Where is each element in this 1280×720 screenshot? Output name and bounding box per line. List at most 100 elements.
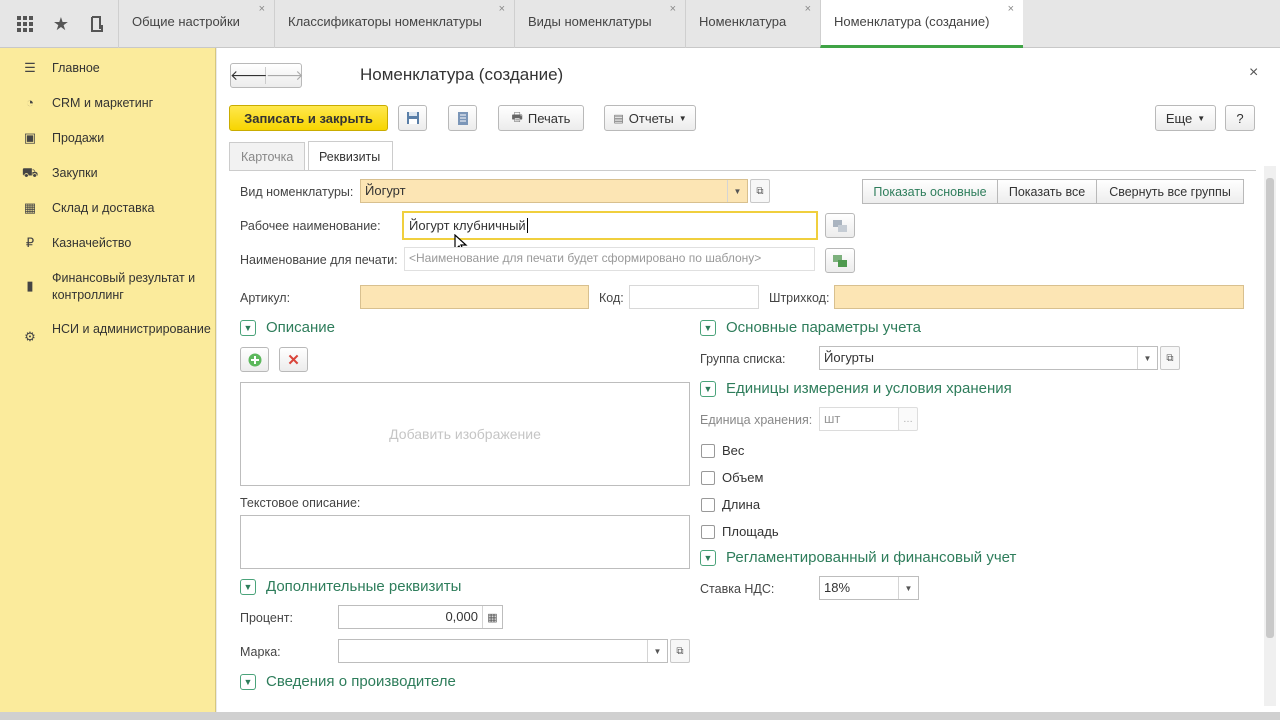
checkbox-box[interactable] xyxy=(701,497,715,512)
open-icon[interactable]: ⧉ xyxy=(750,179,770,203)
chevron-down-icon[interactable]: ▼ xyxy=(727,180,747,202)
units-section-header[interactable]: ▼ Единицы измерения и условия хранения xyxy=(700,380,1012,397)
checkbox-box[interactable] xyxy=(701,443,715,458)
form-panel: 🡐 🡒 Номенклатура (создание) × Записать и… xyxy=(217,48,1280,712)
favorites-star-icon[interactable]: ★ xyxy=(42,0,80,48)
checkbox-label: Площадь xyxy=(722,524,779,539)
storage-unit-field: шт xyxy=(819,407,899,431)
history-icon[interactable] xyxy=(78,0,116,48)
open-icon[interactable]: ⧉ xyxy=(670,639,690,663)
sidebar-item-sales[interactable]: ▣ Продажи xyxy=(0,130,216,147)
more-button[interactable]: Еще ▼ xyxy=(1155,105,1216,131)
sidebar-item-admin[interactable]: ⚙ НСИ и администрирование xyxy=(0,321,216,345)
chevron-down-icon[interactable]: ▼ xyxy=(647,640,667,662)
save-close-button[interactable]: Записать и закрыть xyxy=(229,105,388,131)
regulated-section-header[interactable]: ▼ Регламентированный и финансовый учет xyxy=(700,549,1016,566)
extra-section-header[interactable]: ▼ Дополнительные реквизиты xyxy=(240,578,461,595)
close-icon[interactable]: × xyxy=(670,3,676,15)
chevron-down-icon[interactable]: ▼ xyxy=(898,577,918,599)
article-input[interactable] xyxy=(360,285,589,309)
barcode-input[interactable] xyxy=(834,285,1244,309)
back-arrow-icon[interactable]: 🡐 xyxy=(230,67,268,84)
brand-field[interactable]: ▼ xyxy=(338,639,668,663)
sidebar-item-label: Казначейство xyxy=(52,236,132,250)
sidebar-item-main[interactable]: ☰ Главное xyxy=(0,60,216,77)
tab-general-settings[interactable]: Общие настройки × xyxy=(118,0,274,48)
sidebar-item-label: Финансовый результат и контроллинг xyxy=(52,271,196,302)
tab-label: Номенклатура xyxy=(699,14,787,29)
generate-name-icon[interactable] xyxy=(825,248,855,273)
sidebar-item-treasury[interactable]: ₽ Казначейство xyxy=(0,235,216,252)
show-main-button[interactable]: Показать основные xyxy=(862,179,998,204)
print-button[interactable]: 🖶 Печать xyxy=(498,105,584,131)
volume-checkbox[interactable]: Объем xyxy=(701,470,763,485)
reports-label: Отчеты xyxy=(628,110,674,126)
sidebar-item-finance[interactable]: ▮ Финансовый результат и контроллинг xyxy=(0,270,216,304)
sidebar-item-label: CRM и маркетинг xyxy=(52,96,154,110)
chevron-down-icon: ▼ xyxy=(240,319,256,336)
percent-label: Процент: xyxy=(240,611,293,625)
checkbox-label: Объем xyxy=(722,470,764,485)
close-form-icon[interactable]: × xyxy=(1249,64,1258,82)
length-checkbox[interactable]: Длина xyxy=(701,497,760,512)
tab-item-kinds[interactable]: Виды номенклатуры × xyxy=(514,0,685,48)
sidebar-item-label: НСИ и администрирование xyxy=(52,322,211,336)
text-description-field[interactable] xyxy=(240,515,690,569)
kind-field[interactable]: Йогурт ▼ xyxy=(360,179,748,203)
kind-label: Вид номенклатуры: xyxy=(240,185,354,199)
sidebar-item-warehouse[interactable]: ▦ Склад и доставка xyxy=(0,200,216,217)
open-icon[interactable]: ⧉ xyxy=(1160,346,1180,370)
manufacturer-section-header[interactable]: ▼ Сведения о производителе xyxy=(240,673,456,690)
barcode-label: Штрихкод: xyxy=(769,291,830,305)
tab-items[interactable]: Номенклатура × xyxy=(685,0,820,48)
sidebar-item-crm[interactable]: ◔ CRM и маркетинг xyxy=(0,95,216,112)
tab-label: Номенклатура (создание) xyxy=(834,14,990,29)
checkbox-box[interactable] xyxy=(701,524,715,539)
checkbox-box[interactable] xyxy=(701,470,715,485)
save-icon[interactable] xyxy=(398,105,427,131)
document-list-icon[interactable] xyxy=(448,105,477,131)
help-button[interactable]: ? xyxy=(1225,105,1255,131)
list-group-field[interactable]: Йогурты ▼ xyxy=(819,346,1158,370)
vat-field[interactable]: 18% ▼ xyxy=(819,576,919,600)
section-title: Единицы измерения и условия хранения xyxy=(726,380,1012,397)
print-name-input[interactable]: <Наименование для печати будет сформиров… xyxy=(404,247,815,271)
description-section-header[interactable]: ▼ Описание xyxy=(240,319,335,336)
accounting-section-header[interactable]: ▼ Основные параметры учета xyxy=(700,319,921,336)
sidebar-item-label: Главное xyxy=(52,61,100,75)
area-checkbox[interactable]: Площадь xyxy=(701,524,779,539)
add-image-button[interactable] xyxy=(240,347,269,372)
weight-checkbox[interactable]: Вес xyxy=(701,443,744,458)
language-icon[interactable] xyxy=(825,213,855,238)
sidebar-item-purchases[interactable]: ⛟ Закупки xyxy=(0,165,216,183)
tab-properties[interactable]: Реквизиты xyxy=(308,141,393,171)
tab-card[interactable]: Карточка xyxy=(229,142,305,170)
text-cursor xyxy=(526,218,528,233)
scrollbar-thumb[interactable] xyxy=(1266,178,1274,638)
more-label: Еще xyxy=(1165,110,1193,126)
forward-arrow-icon[interactable]: 🡒 xyxy=(266,67,304,84)
close-icon[interactable]: × xyxy=(499,3,505,15)
percent-input[interactable]: 0,000 ▦ xyxy=(338,605,503,629)
apps-grid-icon[interactable] xyxy=(6,0,44,48)
show-all-button[interactable]: Показать все xyxy=(997,179,1097,204)
code-input[interactable] xyxy=(629,285,759,309)
checkbox-label: Вес xyxy=(722,443,745,458)
bottom-strip xyxy=(0,712,1280,720)
chevron-down-icon[interactable]: ▼ xyxy=(1137,347,1157,369)
sidebar-item-label: Закупки xyxy=(52,166,98,180)
vertical-scrollbar[interactable] xyxy=(1264,166,1276,706)
delete-image-button[interactable]: ✕ xyxy=(279,347,308,372)
tab-item-create[interactable]: Номенклатура (создание) × xyxy=(820,0,1023,48)
close-icon[interactable]: × xyxy=(1008,3,1014,15)
close-icon[interactable]: × xyxy=(259,3,265,15)
work-name-label: Рабочее наименование: xyxy=(240,219,381,233)
image-area[interactable]: Добавить изображение xyxy=(240,382,690,486)
reports-button[interactable]: ▤ Отчеты ▼ xyxy=(604,105,696,131)
calculator-icon[interactable]: ▦ xyxy=(482,606,502,628)
text-description-label: Текстовое описание: xyxy=(240,496,361,510)
tab-classifiers[interactable]: Классификаторы номенклатуры × xyxy=(274,0,514,48)
collapse-all-button[interactable]: Свернуть все группы xyxy=(1096,179,1244,204)
plus-icon xyxy=(248,353,261,366)
close-icon[interactable]: × xyxy=(805,3,811,15)
